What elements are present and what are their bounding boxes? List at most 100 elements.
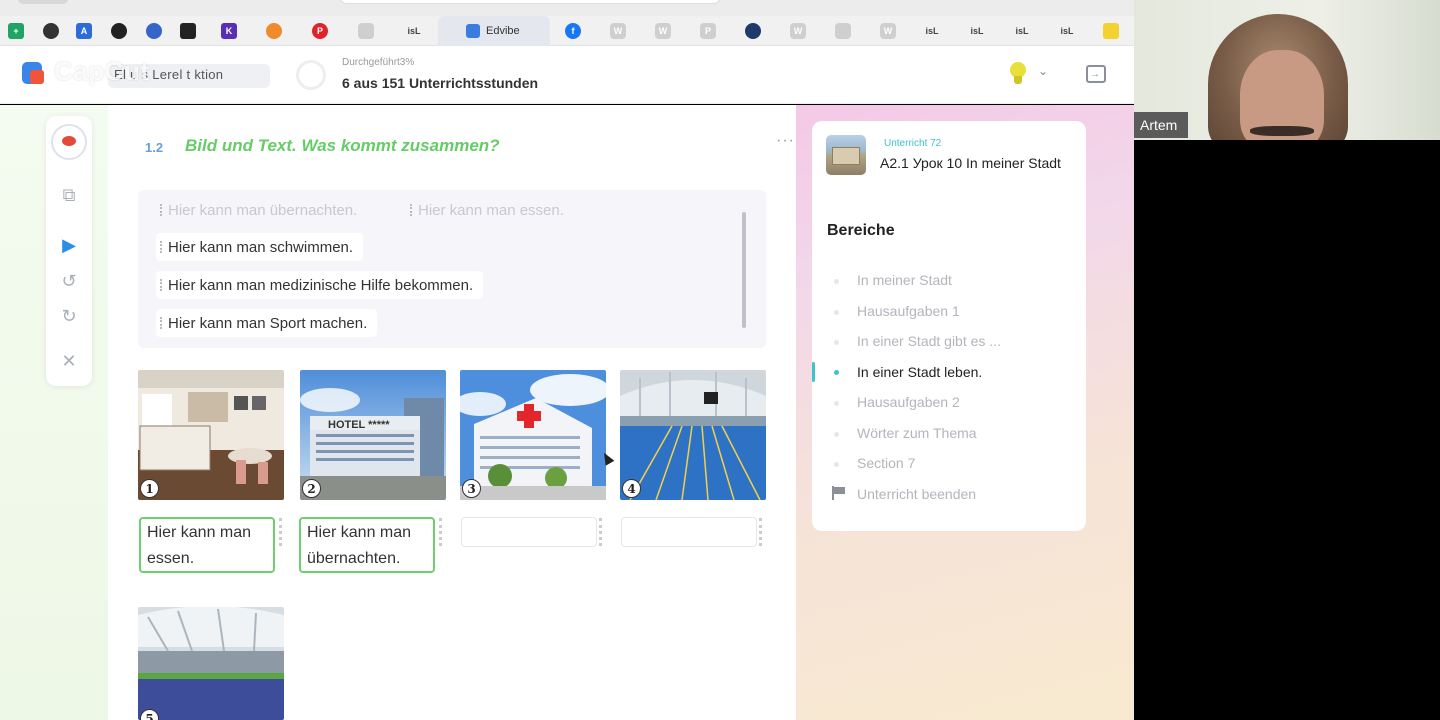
section-dot [834,462,839,467]
github-bookmark-icon[interactable] [43,23,59,39]
picture-number: 3 [462,479,481,498]
progress-ring [296,60,326,90]
active-section-indicator [812,362,815,382]
hospital-image [460,370,606,500]
edvibe-tab-icon [466,24,480,38]
isl-bookmark[interactable]: isL [403,23,425,39]
isl-bookmark[interactable]: isL [921,23,943,39]
section-item[interactable]: In einer Stadt gibt es ... [857,333,1001,349]
option-text: Hier kann man übernachten. [168,201,358,219]
option-chip[interactable]: Hier kann man Sport machen. [156,309,378,337]
section-item[interactable]: Section 7 [857,455,915,471]
isl-bookmark[interactable]: isL [966,23,988,39]
play-icon[interactable]: ▶ [46,230,92,260]
word-bank-scrollbar[interactable] [742,212,746,328]
section-item[interactable]: In meiner Stadt [857,272,952,288]
picture-card-stadium: 5 [138,607,284,720]
participant-name-tag: Artem [1134,112,1188,138]
exercise-toolbar: ⧉ ▶ ↺ ↻ ✕ [46,116,92,386]
pinterest-bookmark-icon[interactable]: P [312,23,328,39]
lesson-panel [812,121,1086,531]
sport-hall-image [138,607,284,720]
section-item[interactable]: Hausaufgaben 1 [857,303,960,319]
a-bookmark-icon[interactable]: A [76,23,92,39]
drag-handle-icon[interactable] [599,518,602,546]
app-header: El u s Lerel t ktion CapCut Durchgeführt… [0,46,1134,104]
section-dot [834,310,839,315]
section-item-active[interactable]: In einer Stadt leben. [857,364,982,380]
exercise-number: 1.2 [145,140,164,155]
progress-text: 6 aus 151 Unterrichtsstunden [342,75,539,91]
option-text: Hier kann man Sport machen. [168,314,368,332]
picture-number: 1 [140,479,159,498]
circle-bookmark-icon[interactable] [745,23,761,39]
address-bar[interactable] [340,0,720,4]
flag-icon [831,486,845,500]
screen: { "bookmarks_bar": { "active_tab_label":… [0,0,1440,720]
tab-edvibe[interactable]: Edvibe [438,16,550,46]
hotel-sign: HOTEL ***** [328,419,390,431]
end-lesson-item[interactable]: Unterricht beenden [857,486,976,502]
option-chip[interactable]: Hier kann man medizinische Hilfe bekomme… [156,271,484,299]
option-chip[interactable]: Hier kann man schwimmen. [156,233,364,261]
isl-bookmark[interactable]: isL [1011,23,1033,39]
section-item[interactable]: Wörter zum Thema [857,425,977,441]
lightbulb-icon[interactable] [1008,62,1028,86]
option-text: Hier kann man schwimmen. [168,238,354,256]
lesson-title: A2.1 Урок 10 In meiner Stadt [880,155,1061,171]
swimming-pool-image [620,370,766,500]
edge-bookmark-icon[interactable] [146,23,162,39]
chevron-down-icon[interactable]: ⌄ [1038,64,1048,78]
circle-bookmark-icon[interactable] [111,23,127,39]
drag-handle-icon[interactable] [279,518,282,546]
answer-box-3[interactable] [461,517,597,547]
drag-handle-icon[interactable] [759,518,762,546]
participant-video [1200,8,1350,140]
sections-heading: Bereiche [827,222,895,239]
doc-bookmark-icon[interactable] [358,23,374,39]
answer-box-1[interactable]: Hier kann man essen. [139,517,275,573]
bird-bookmark-icon[interactable] [180,23,196,39]
option-chip-used[interactable]: Hier kann man essen. [406,196,574,224]
hotel-sign-text: HOTEL ***** [328,419,390,431]
capcut-watermark: CapCut [54,56,150,86]
lesson-thumbnail [826,135,866,175]
school-logo-icon[interactable] [51,124,87,160]
isl-bookmark[interactable]: isL [1056,23,1078,39]
edvibe-logo-icon[interactable] [22,60,48,86]
picture-card-hospital: 3 [460,370,606,500]
lesson-label: Unterricht 72 [884,138,942,149]
section-dot [834,279,839,284]
answer-box-2[interactable]: Hier kann man übernachten. [299,517,435,573]
more-options-icon[interactable]: ··· [776,132,795,150]
k-bookmark-icon[interactable]: K [221,23,237,39]
window-controls[interactable] [18,0,68,4]
reset-icon[interactable]: ↻ [46,301,92,331]
answer-box-4[interactable] [621,517,757,547]
doc-bookmark-icon[interactable] [835,23,851,39]
yellow-bookmark-icon[interactable] [1103,23,1119,39]
progress-label: Durchgeführt3% [342,57,415,68]
exit-icon[interactable]: → [1086,65,1106,83]
restaurant-image [138,370,284,500]
picture-card-restaurant: 1 [138,370,284,500]
translate-icon[interactable]: ⧉ [46,180,92,210]
w-bookmark-icon[interactable]: W [880,23,896,39]
picture-card-pool: 4 [620,370,766,500]
drag-handle-icon[interactable] [439,518,442,546]
w-bookmark-icon[interactable]: W [790,23,806,39]
w-bookmark-icon[interactable]: W [655,23,671,39]
option-chip-used[interactable]: Hier kann man übernachten. [156,196,367,224]
exercise-title: Bild und Text. Was kommt zusammen? [185,136,500,155]
w-bookmark-icon[interactable]: W [610,23,626,39]
undo-icon[interactable]: ↺ [46,266,92,296]
p-bookmark-icon[interactable]: P [700,23,716,39]
sheets-bookmark-icon[interactable]: + [8,23,24,39]
figma-bookmark-icon[interactable] [266,23,282,39]
close-icon[interactable]: ✕ [46,346,92,376]
tab-label: Edvibe [486,25,520,37]
section-item[interactable]: Hausaufgaben 2 [857,394,960,410]
facebook-bookmark-icon[interactable]: f [565,23,581,39]
option-text: Hier kann man medizinische Hilfe bekomme… [168,276,474,294]
hotel-image [300,370,446,500]
